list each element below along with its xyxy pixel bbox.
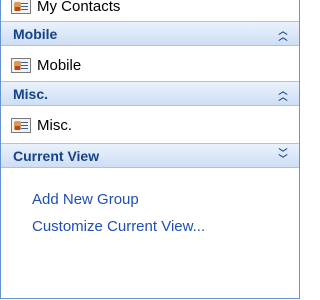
- customize-current-view-link[interactable]: Customize Current View...: [32, 218, 205, 235]
- contact-folder-mobile[interactable]: Mobile: [1, 51, 299, 79]
- contact-folder-label: My Contacts: [37, 0, 121, 15]
- contact-folder-my-contacts[interactable]: My Contacts: [1, 0, 299, 20]
- section-title: Current View: [13, 147, 100, 164]
- contact-folder-label: Mobile: [37, 56, 82, 74]
- contact-card-icon: [11, 57, 31, 73]
- expand-chevron-icon[interactable]: ﹀ ﹀: [277, 148, 289, 163]
- contact-folder-misc[interactable]: Misc.: [1, 111, 299, 139]
- section-header-mobile[interactable]: Mobile ︿ ︿: [1, 21, 299, 46]
- section-header-misc[interactable]: Misc. ︿ ︿: [1, 81, 299, 106]
- section-title: Misc.: [13, 85, 49, 102]
- contact-card-icon: [11, 0, 31, 14]
- add-new-group-link[interactable]: Add New Group: [32, 191, 139, 208]
- collapse-chevron-icon[interactable]: ︿ ︿: [277, 26, 289, 41]
- contacts-navigation-pane: My Contacts Mobile ︿ ︿ Mobile Misc. ︿ ︿ Mi…: [0, 0, 300, 299]
- section-title: Mobile: [13, 25, 58, 42]
- contact-folder-label: Misc.: [37, 116, 72, 134]
- collapse-chevron-icon[interactable]: ︿ ︿: [277, 86, 289, 101]
- section-header-current-view[interactable]: Current View ﹀ ﹀: [1, 143, 299, 168]
- contact-card-icon: [11, 117, 31, 133]
